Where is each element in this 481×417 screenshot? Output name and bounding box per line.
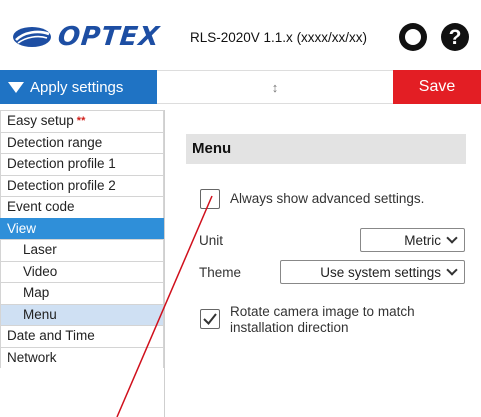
sidebar-item-menu[interactable]: Menu (0, 303, 164, 325)
help-icon[interactable]: ? (440, 22, 470, 52)
sidebar-item-network[interactable]: Network (0, 346, 164, 368)
sidebar-item-video[interactable]: Video (0, 260, 164, 282)
brand-logo: OPTEX (12, 22, 162, 52)
caret-down-icon (8, 81, 24, 93)
unit-value: Metric (404, 232, 441, 248)
sidebar-item-laser[interactable]: Laser (0, 239, 164, 261)
app-header: OPTEX RLS-2020V 1.1.x (xxxx/xx/xx) ? (0, 0, 481, 70)
panel-divider (164, 110, 182, 417)
theme-value: Use system settings (320, 264, 441, 280)
chevron-down-icon (446, 231, 458, 244)
toolbar: Apply settings ↕ Save (0, 70, 481, 104)
apply-settings-label: Apply settings (30, 78, 124, 96)
save-button[interactable]: Save (393, 70, 481, 104)
sidebar-item-map[interactable]: Map (0, 282, 164, 304)
optex-logo-icon (13, 27, 51, 47)
version-label: RLS-2020V 1.1.x (xxxx/xx/xx) (190, 30, 368, 45)
sidebar-item-detection-profile-1[interactable]: Detection profile 1 (0, 153, 164, 175)
sidebar-item-view[interactable]: View (0, 217, 164, 239)
sidebar-item-easy-setup[interactable]: Easy setup ** (0, 110, 164, 132)
chevron-down-icon (446, 263, 458, 276)
advanced-settings-label: Always show advanced settings. (230, 191, 425, 206)
rotate-image-checkbox[interactable] (200, 309, 220, 329)
theme-label: Theme (199, 265, 242, 280)
brand-name: OPTEX (56, 22, 162, 52)
recommended-marker: ** (76, 115, 86, 127)
sidebar-item-label: Easy setup (7, 113, 74, 128)
sidebar-item-detection-profile-2[interactable]: Detection profile 2 (0, 174, 164, 196)
theme-select[interactable]: Use system settings (280, 260, 465, 284)
sidebar-item-date-and-time[interactable]: Date and Time (0, 325, 164, 347)
advanced-settings-checkbox[interactable] (200, 189, 220, 209)
sidebar-item-event-code[interactable]: Event code (0, 196, 164, 218)
user-icon[interactable] (398, 22, 428, 52)
resize-handle[interactable]: ↕ (157, 70, 393, 104)
sidebar-item-detection-range[interactable]: Detection range (0, 131, 164, 153)
sidebar-nav: Easy setup ** Detection range Detection p… (0, 110, 165, 417)
resize-arrows-icon: ↕ (271, 79, 279, 95)
menu-settings-panel: Menu Always show advanced settings. Unit… (183, 110, 481, 417)
unit-label: Unit (199, 233, 224, 248)
rotate-image-label: Rotate camera image to match installatio… (230, 304, 415, 335)
unit-select[interactable]: Metric (360, 228, 465, 252)
apply-settings-button[interactable]: Apply settings (0, 70, 157, 104)
page-title: Menu (186, 134, 466, 164)
checkmark-icon (203, 313, 217, 326)
svg-text:?: ? (449, 26, 462, 49)
